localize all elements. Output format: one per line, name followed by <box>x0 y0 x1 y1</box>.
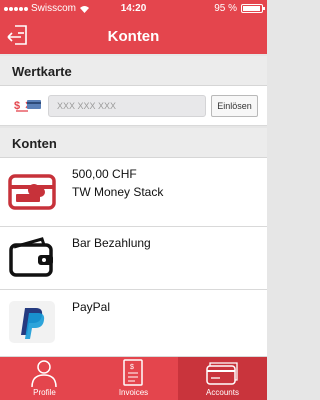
section-header-wertkarte: Wertkarte <box>0 56 267 86</box>
account-balance: 500,00 CHF <box>72 167 137 181</box>
account-item-tw-money-stack[interactable]: 500,00 CHF TW Money Stack <box>0 158 267 227</box>
account-name: TW Money Stack <box>72 185 164 199</box>
account-item-cash[interactable]: Bar Bezahlung <box>0 227 267 290</box>
profile-icon <box>31 360 57 387</box>
status-bar: Swisscom 14:20 95 % <box>0 0 267 18</box>
redeem-button[interactable]: Einlösen <box>211 95 258 117</box>
tab-invoices[interactable]: $ Invoices <box>89 357 178 400</box>
accounts-icon <box>206 362 238 385</box>
battery-status: 95 % <box>214 3 265 14</box>
nav-bar: Konten <box>0 18 267 54</box>
tab-label-profile: Profile <box>33 388 56 397</box>
tab-bar: Profile $ Invoices Accounts <box>0 357 267 400</box>
invoice-icon: $ <box>123 359 143 386</box>
tab-label-accounts: Accounts <box>206 388 239 397</box>
tab-accounts[interactable]: Accounts <box>178 357 267 400</box>
account-name: Bar Bezahlung <box>72 236 151 250</box>
voucher-input[interactable] <box>48 95 206 117</box>
account-name: PayPal <box>72 300 111 314</box>
battery-icon <box>241 4 265 13</box>
voucher-row: $ Einlösen <box>0 86 267 126</box>
battery-percent: 95 % <box>214 3 237 14</box>
page-title: Konten <box>107 28 160 45</box>
account-item-paypal[interactable]: PayPal <box>0 290 267 357</box>
paypal-icon <box>9 301 55 343</box>
money-stack-card-icon <box>8 174 56 210</box>
voucher-card-icon: $ <box>14 100 41 112</box>
section-title-wertkarte: Wertkarte <box>12 64 72 79</box>
section-title-konten: Konten <box>12 136 57 151</box>
tab-profile[interactable]: Profile <box>0 357 89 400</box>
svg-text:$: $ <box>130 364 134 371</box>
wallet-icon <box>9 237 53 277</box>
section-header-konten: Konten <box>0 128 267 158</box>
svg-text:$: $ <box>14 100 20 112</box>
tab-label-invoices: Invoices <box>118 388 149 397</box>
